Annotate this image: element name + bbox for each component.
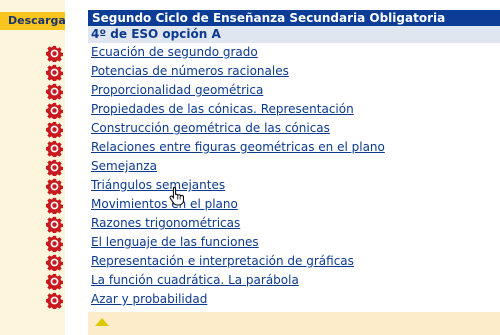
gear-icon[interactable] bbox=[46, 45, 63, 62]
gear-icon[interactable] bbox=[46, 159, 63, 176]
topic-link[interactable]: Relaciones entre figuras geométricas en … bbox=[91, 140, 385, 154]
list-item: La función cuadrática. La parábola bbox=[88, 271, 500, 290]
topic-link[interactable]: Semejanza bbox=[91, 159, 157, 173]
gear-icon[interactable] bbox=[46, 102, 63, 119]
topic-link[interactable]: Construcción geométrica de las cónicas bbox=[91, 121, 330, 135]
topic-link[interactable]: Representación e interpretación de gráfi… bbox=[91, 254, 354, 268]
section-title: Segundo Ciclo de Enseñanza Secundaria Ob… bbox=[88, 10, 500, 26]
list-item: Propiedades de las cónicas. Representaci… bbox=[88, 100, 500, 119]
list-item: Relaciones entre figuras geométricas en … bbox=[88, 138, 500, 157]
list-item: Triángulos semejantes bbox=[88, 176, 500, 195]
gear-icon[interactable] bbox=[46, 140, 63, 157]
topic-link[interactable]: Azar y probabilidad bbox=[91, 292, 207, 306]
footer-bar bbox=[88, 312, 500, 335]
gear-icon[interactable] bbox=[46, 216, 63, 233]
topic-link[interactable]: Ecuación de segundo grado bbox=[91, 45, 258, 59]
list-item: El lenguaje de las funciones bbox=[88, 233, 500, 252]
gear-icon[interactable] bbox=[46, 178, 63, 195]
topic-link[interactable]: Propiedades de las cónicas. Representaci… bbox=[91, 102, 354, 116]
up-arrow-icon[interactable] bbox=[95, 318, 109, 326]
topic-link[interactable]: El lenguaje de las funciones bbox=[91, 235, 259, 249]
list-item: Semejanza bbox=[88, 157, 500, 176]
topic-list: Ecuación de segundo grado Potencias de n… bbox=[88, 43, 500, 309]
content-panel: Segundo Ciclo de Enseñanza Secundaria Ob… bbox=[88, 10, 500, 335]
list-item: Proporcionalidad geométrica bbox=[88, 81, 500, 100]
list-item: Razones trigonométricas bbox=[88, 214, 500, 233]
gear-icon[interactable] bbox=[46, 121, 63, 138]
list-item: Movimientos en el plano bbox=[88, 195, 500, 214]
topic-link[interactable]: Movimientos en el plano bbox=[91, 197, 238, 211]
gear-icon[interactable] bbox=[46, 83, 63, 100]
gear-icon[interactable] bbox=[46, 197, 63, 214]
topic-link[interactable]: Triángulos semejantes bbox=[91, 178, 225, 192]
list-item: Potencias de números racionales bbox=[88, 62, 500, 81]
list-item: Construcción geométrica de las cónicas bbox=[88, 119, 500, 138]
topic-link[interactable]: Proporcionalidad geométrica bbox=[91, 83, 263, 97]
gear-icon[interactable] bbox=[46, 235, 63, 252]
topic-link[interactable]: La función cuadrática. La parábola bbox=[91, 273, 299, 287]
section-subtitle: 4º de ESO opción A bbox=[88, 26, 500, 43]
list-item: Ecuación de segundo grado bbox=[88, 43, 500, 62]
download-tab[interactable]: Descarga bbox=[0, 12, 65, 30]
gear-icon[interactable] bbox=[46, 273, 63, 290]
topic-link[interactable]: Razones trigonométricas bbox=[91, 216, 240, 230]
gear-icon[interactable] bbox=[46, 292, 63, 309]
topic-link[interactable]: Potencias de números racionales bbox=[91, 64, 289, 78]
gear-icon[interactable] bbox=[46, 64, 63, 81]
gear-icon[interactable] bbox=[46, 254, 63, 271]
list-item: Azar y probabilidad bbox=[88, 290, 500, 309]
list-item: Representación e interpretación de gráfi… bbox=[88, 252, 500, 271]
